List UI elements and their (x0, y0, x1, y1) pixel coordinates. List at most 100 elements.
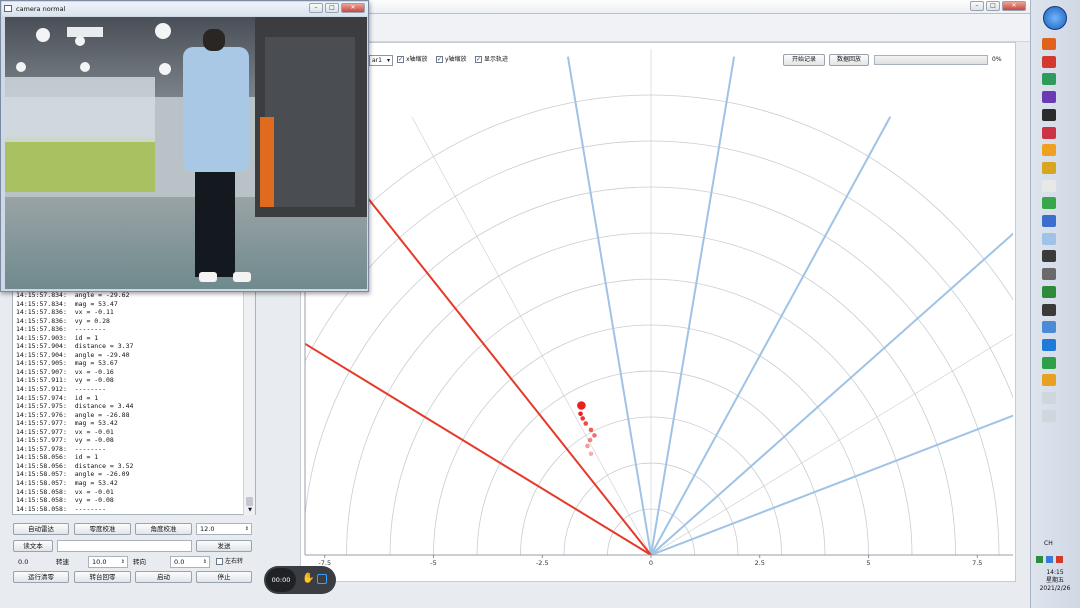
spin-arrows-icon[interactable]: ⇕ (245, 524, 249, 534)
log-line: 14:15:58.058: -------- (16, 504, 107, 513)
x-tick-label: 7.5 (972, 559, 982, 567)
clock-weekday: 星期五 (1045, 577, 1064, 584)
camera-minimize-icon[interactable]: – (309, 3, 323, 13)
taskbar-app-icon[interactable] (1042, 356, 1056, 369)
beam-line (566, 56, 652, 555)
read-text-button[interactable]: 读文本 (13, 540, 53, 552)
close-icon[interactable]: ✕ (1002, 1, 1026, 11)
taskbar-app-icon[interactable] (1042, 285, 1056, 298)
x-zoom-checkbox[interactable]: ✓ x轴缩放 (397, 55, 428, 65)
taskbar-app-icon[interactable] (1042, 197, 1056, 210)
scroll-down-icon[interactable]: ▼ (246, 507, 254, 514)
taskbar-app-icon[interactable] (1042, 108, 1056, 121)
log-textarea[interactable]: 14:15:57.834: angle = -29.62 14:15:57.834… (12, 290, 256, 515)
log-line: 14:15:57.975: distance = 3.44 (16, 402, 134, 411)
taskbar-app-icon[interactable] (1042, 303, 1056, 316)
taskbar-app-icon[interactable] (1042, 374, 1056, 387)
radar-chart: -7.5-5-2.502.557.501.534.5 (290, 47, 1013, 567)
show-track-checkbox[interactable]: ✓ 显示轨迹 (475, 55, 508, 65)
radar-plot-panel: -7.5-5-2.502.557.501.534.5 (290, 42, 1016, 582)
start-record-button[interactable]: 开始记录 (783, 54, 825, 66)
taskbar-app-icon[interactable] (1042, 144, 1056, 157)
stop-button[interactable]: 停止 (196, 571, 252, 583)
log-line: 14:15:57.834: mag = 53.47 (16, 299, 118, 308)
taskbar-app-icon[interactable] (1042, 55, 1056, 68)
run-clear-button[interactable]: 运行清零 (13, 571, 69, 583)
taskbar-app-icon[interactable] (1042, 73, 1056, 86)
camera-close-icon[interactable]: ✕ (341, 3, 365, 13)
y-zoom-checkbox[interactable]: ✓ y轴缩放 (436, 55, 467, 65)
sound-icon[interactable] (1046, 556, 1053, 563)
taskbar-app-icon[interactable] (1042, 338, 1056, 351)
auto-radar-button[interactable]: 自动雷达 (13, 523, 69, 535)
series-select[interactable]: ar1 ▾ (369, 55, 393, 66)
check-icon: ✓ (397, 56, 404, 63)
taskbar-app-icon[interactable] (1042, 126, 1056, 139)
camera-window[interactable]: camera normal – □ ✕ (0, 0, 369, 292)
log-line: 14:15:58.057: angle = -26.09 (16, 470, 130, 479)
data-replay-button[interactable]: 数据回放 (829, 54, 869, 66)
maximize-icon[interactable]: □ (986, 1, 1000, 11)
log-line: 14:15:57.974: id = 1 (16, 393, 99, 402)
log-line: 14:15:58.058: vx = -0.01 (16, 487, 114, 496)
log-line: 14:15:58.057: mag = 53.42 (16, 479, 118, 488)
trail-point (580, 416, 586, 421)
trail-point (588, 451, 594, 457)
tray-icons[interactable] (1036, 556, 1074, 564)
log-line: 14:15:57.905: mag = 53.67 (16, 359, 118, 368)
screen-recorder-bar[interactable]: 00:00 ✋ (264, 566, 336, 594)
minimize-icon[interactable]: – (970, 1, 984, 11)
beam-line (650, 232, 1013, 555)
send-text-input[interactable] (57, 540, 192, 552)
log-line: 14:15:57.977: mag = 53.42 (16, 419, 118, 428)
taskbar-app-icon[interactable] (1042, 38, 1056, 50)
lr-turn-checkbox[interactable]: 左右转 (216, 557, 243, 567)
log-scrollbar[interactable]: ▼ (243, 290, 255, 515)
network-icon[interactable] (1036, 556, 1043, 563)
taskbar-app-icon[interactable] (1042, 161, 1056, 174)
log-line: 14:15:57.836: -------- (16, 325, 107, 334)
camera-title-text: camera normal (16, 5, 66, 13)
taskbar-app-icon[interactable] (1042, 321, 1056, 334)
clock[interactable]: 14:15 星期五 2021/2/26 (1030, 569, 1080, 593)
scroll-thumb[interactable] (246, 497, 253, 506)
stop-record-icon[interactable] (317, 574, 327, 584)
check-icon: ✓ (475, 56, 482, 63)
taskbar-app-icon[interactable] (1042, 91, 1056, 104)
taskbar-app-icon[interactable] (1042, 409, 1056, 422)
start-button[interactable]: 启动 (135, 571, 192, 583)
spin-arrows-icon[interactable]: ⇕ (203, 557, 207, 567)
log-line: 14:15:57.912: -------- (16, 385, 107, 394)
zero-calibration-button[interactable]: 零度校准 (74, 523, 131, 535)
send-button[interactable]: 发送 (196, 540, 252, 552)
spin-arrows-icon[interactable]: ⇕ (121, 557, 125, 567)
log-line: 14:15:57.836: vx = -0.11 (16, 308, 114, 317)
taskbar-app-icon[interactable] (1042, 250, 1056, 263)
y-zoom-label: y轴缩放 (445, 56, 467, 63)
x-tick-label: -2.5 (536, 559, 549, 567)
log-line: 14:15:57.904: angle = -29.40 (16, 350, 130, 359)
camera-maximize-icon[interactable]: □ (325, 3, 339, 13)
taskbar-app-icon[interactable] (1042, 215, 1056, 227)
grid-radial-line (650, 333, 1013, 555)
taskbar-app-icon[interactable] (1042, 232, 1056, 245)
log-line: 14:15:57.978: -------- (16, 444, 107, 453)
clock-date: 2021/2/26 (1039, 585, 1071, 592)
start-button[interactable] (1043, 6, 1067, 30)
security-icon[interactable] (1056, 556, 1063, 563)
angle-calibration-button[interactable]: 角度校准 (135, 523, 192, 535)
taskbar-app-icon[interactable] (1042, 268, 1056, 281)
checkbox-icon (216, 558, 223, 565)
trail-point (592, 433, 597, 438)
direction-spinbox[interactable]: 0.0 ⇕ (170, 556, 210, 568)
progress-text: 0% (992, 56, 1002, 63)
taskbar-app-icon[interactable] (1042, 179, 1056, 192)
lang-indicator[interactable]: CH (1044, 540, 1053, 547)
turntable-return-button[interactable]: 转台回零 (74, 571, 131, 583)
angle-spinbox[interactable]: 12.0 ⇕ (196, 523, 252, 535)
taskbar-app-icon[interactable] (1042, 392, 1056, 404)
speed-spinbox[interactable]: 10.0 ⇕ (88, 556, 128, 568)
log-line: 14:15:58.056: distance = 3.52 (16, 461, 134, 470)
log-line: 14:15:57.977: vy = -0.08 (16, 436, 114, 445)
angle-value: 12.0 (200, 525, 215, 533)
